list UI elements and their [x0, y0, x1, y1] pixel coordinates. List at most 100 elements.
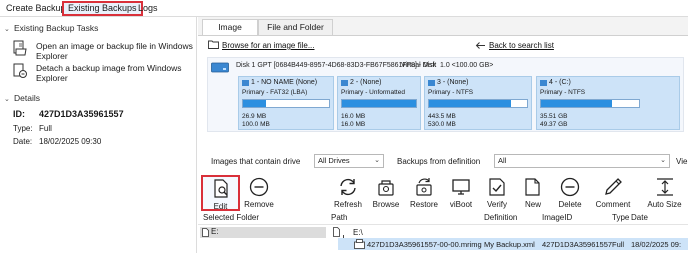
partition-card[interactable]: 2 - (None) Primary - Unformatted 16.0 MB… [337, 76, 421, 130]
folder-open-icon [13, 40, 27, 56]
tab-image[interactable]: Image [202, 19, 258, 35]
tab-logs[interactable]: Logs [134, 1, 162, 16]
view-filter-label: Vie [676, 157, 688, 166]
header-path[interactable]: Path [331, 213, 347, 222]
partition-title: 3 - (None) [437, 79, 469, 86]
browse-button[interactable]: Browse [369, 175, 403, 211]
drive-filter-value: All Drives [318, 156, 350, 165]
detail-id-value: 427D1D3A35961557 [39, 109, 124, 119]
partition-card[interactable]: 1 - NO NAME (None) Primary - FAT32 (LBA)… [238, 76, 334, 130]
header-definition[interactable]: Definition [484, 213, 517, 222]
back-arrow-icon [475, 42, 485, 49]
autosize-label: Auto Size [647, 200, 682, 209]
delete-icon [560, 177, 580, 197]
remove-icon [249, 177, 269, 197]
delete-label: Delete [558, 200, 582, 209]
browse-icon [378, 180, 394, 196]
refresh-icon [340, 178, 356, 196]
partition-icon [428, 80, 435, 86]
restore-icon [416, 178, 432, 196]
verify-button[interactable]: Verify [480, 175, 514, 211]
chevron-down-icon: ⌄ [4, 96, 10, 103]
partition-card[interactable]: 4 - (C:) Primary - NTFS 35.51 GB 49.37 G… [536, 76, 680, 130]
back-to-search-link[interactable]: Back to search list [489, 41, 554, 50]
header-selected-folder[interactable]: Selected Folder [203, 213, 259, 222]
comment-label: Comment [595, 200, 631, 209]
drive-filter-label: Images that contain drive [211, 157, 301, 166]
disk-size: 1.0 <100.00 GB> [440, 62, 494, 69]
detach-icon [13, 63, 27, 78]
partition-usage-bar [242, 99, 330, 108]
partition-used: 443.5 MB [428, 113, 456, 120]
detail-date-value: 18/02/2025 09:30 [39, 137, 102, 146]
browse-label: Browse [372, 200, 400, 209]
comment-icon [605, 178, 622, 195]
new-button[interactable]: New [518, 175, 548, 211]
partition-usage-fill [243, 100, 267, 107]
delete-button[interactable]: Delete [553, 175, 587, 211]
chevron-down-icon: ⌄ [4, 26, 10, 33]
image-tabs-bar: Image File and Folder [198, 17, 688, 35]
partition-used: 26.9 MB [242, 113, 267, 120]
edit-icon [213, 179, 228, 198]
restore-button[interactable]: Restore [406, 175, 442, 211]
tab-existing-backups[interactable]: Existing Backups [62, 1, 143, 16]
disk-drive-icon [211, 62, 229, 73]
partition-title: 4 - (C:) [549, 79, 571, 86]
partition-used: 16.0 MB [341, 113, 366, 120]
path-parent[interactable]: E:\ [353, 228, 363, 237]
partition-icon [341, 80, 348, 86]
details-section-header[interactable]: ⌄ Details [4, 93, 40, 103]
partition-icon [540, 80, 547, 86]
remove-button[interactable]: Remove [242, 175, 276, 211]
list-header-divider [198, 224, 688, 225]
tab-file-and-folder[interactable]: File and Folder [258, 19, 333, 35]
browse-folder-icon [208, 40, 219, 49]
row-path: 427D1D3A35961557-00-00.mrimg [367, 240, 482, 249]
browse-image-link[interactable]: Browse for an image file... [222, 41, 314, 50]
detail-type-label: Type: [13, 124, 33, 133]
header-image-id[interactable]: ImageID [542, 213, 572, 222]
partition-usage-fill [429, 100, 512, 107]
row-date: 18/02/2025 09: [631, 240, 682, 249]
viboot-button[interactable]: viBoot [445, 175, 477, 211]
tasks-header-label: Existing Backup Tasks [14, 23, 99, 33]
drive-filter-select[interactable]: All Drives ⌄ [314, 154, 384, 168]
autosize-button[interactable]: Auto Size [643, 175, 686, 211]
verify-label: Verify [486, 200, 507, 209]
task-detach-image[interactable]: Detach a backup image from Windows Explo… [36, 63, 194, 83]
edit-label: Edit [213, 202, 228, 211]
partition-type: Primary - Unformatted [341, 89, 405, 96]
disk-virtual-label: Virtual Disk [401, 62, 437, 69]
definition-filter-label: Backups from definition [397, 157, 481, 166]
detail-date-label: Date: [13, 137, 33, 146]
partition-usage-fill [541, 100, 612, 107]
row-definition: My Backup.xml [484, 240, 535, 249]
definition-filter-value: All [498, 156, 507, 165]
chevron-down-icon: ⌄ [660, 157, 666, 164]
chevron-down-icon: ⌄ [374, 157, 380, 164]
header-date[interactable]: Date [631, 213, 648, 222]
task-open-image[interactable]: Open an image or backup file in Windows … [36, 41, 194, 61]
partition-type: Primary - FAT32 (LBA) [242, 89, 308, 96]
partition-usage-bar [540, 99, 640, 108]
partition-total: 16.0 MB [341, 121, 366, 128]
autosize-icon [656, 178, 673, 196]
verify-icon [489, 178, 505, 196]
partition-total: 100.0 MB [242, 121, 270, 128]
tasks-section-header[interactable]: ⌄ Existing Backup Tasks [4, 23, 98, 33]
partition-usage-bar [341, 99, 417, 108]
comment-button[interactable]: Comment [593, 175, 633, 211]
partition-total: 49.37 GB [540, 121, 568, 128]
refresh-button[interactable]: Refresh [331, 175, 365, 211]
folder-list-item[interactable]: E: [200, 227, 326, 238]
file-icon [202, 228, 209, 237]
edit-button[interactable]: Edit [201, 175, 240, 211]
header-type[interactable]: Type [612, 213, 629, 222]
definition-filter-select[interactable]: All ⌄ [494, 154, 670, 168]
viboot-label: viBoot [449, 200, 473, 209]
folder-name: E: [211, 227, 219, 236]
new-icon [525, 178, 540, 196]
partition-card[interactable]: 3 - (None) Primary - NTFS 443.5 MB 530.0… [424, 76, 532, 130]
partition-usage-bar [428, 99, 528, 108]
